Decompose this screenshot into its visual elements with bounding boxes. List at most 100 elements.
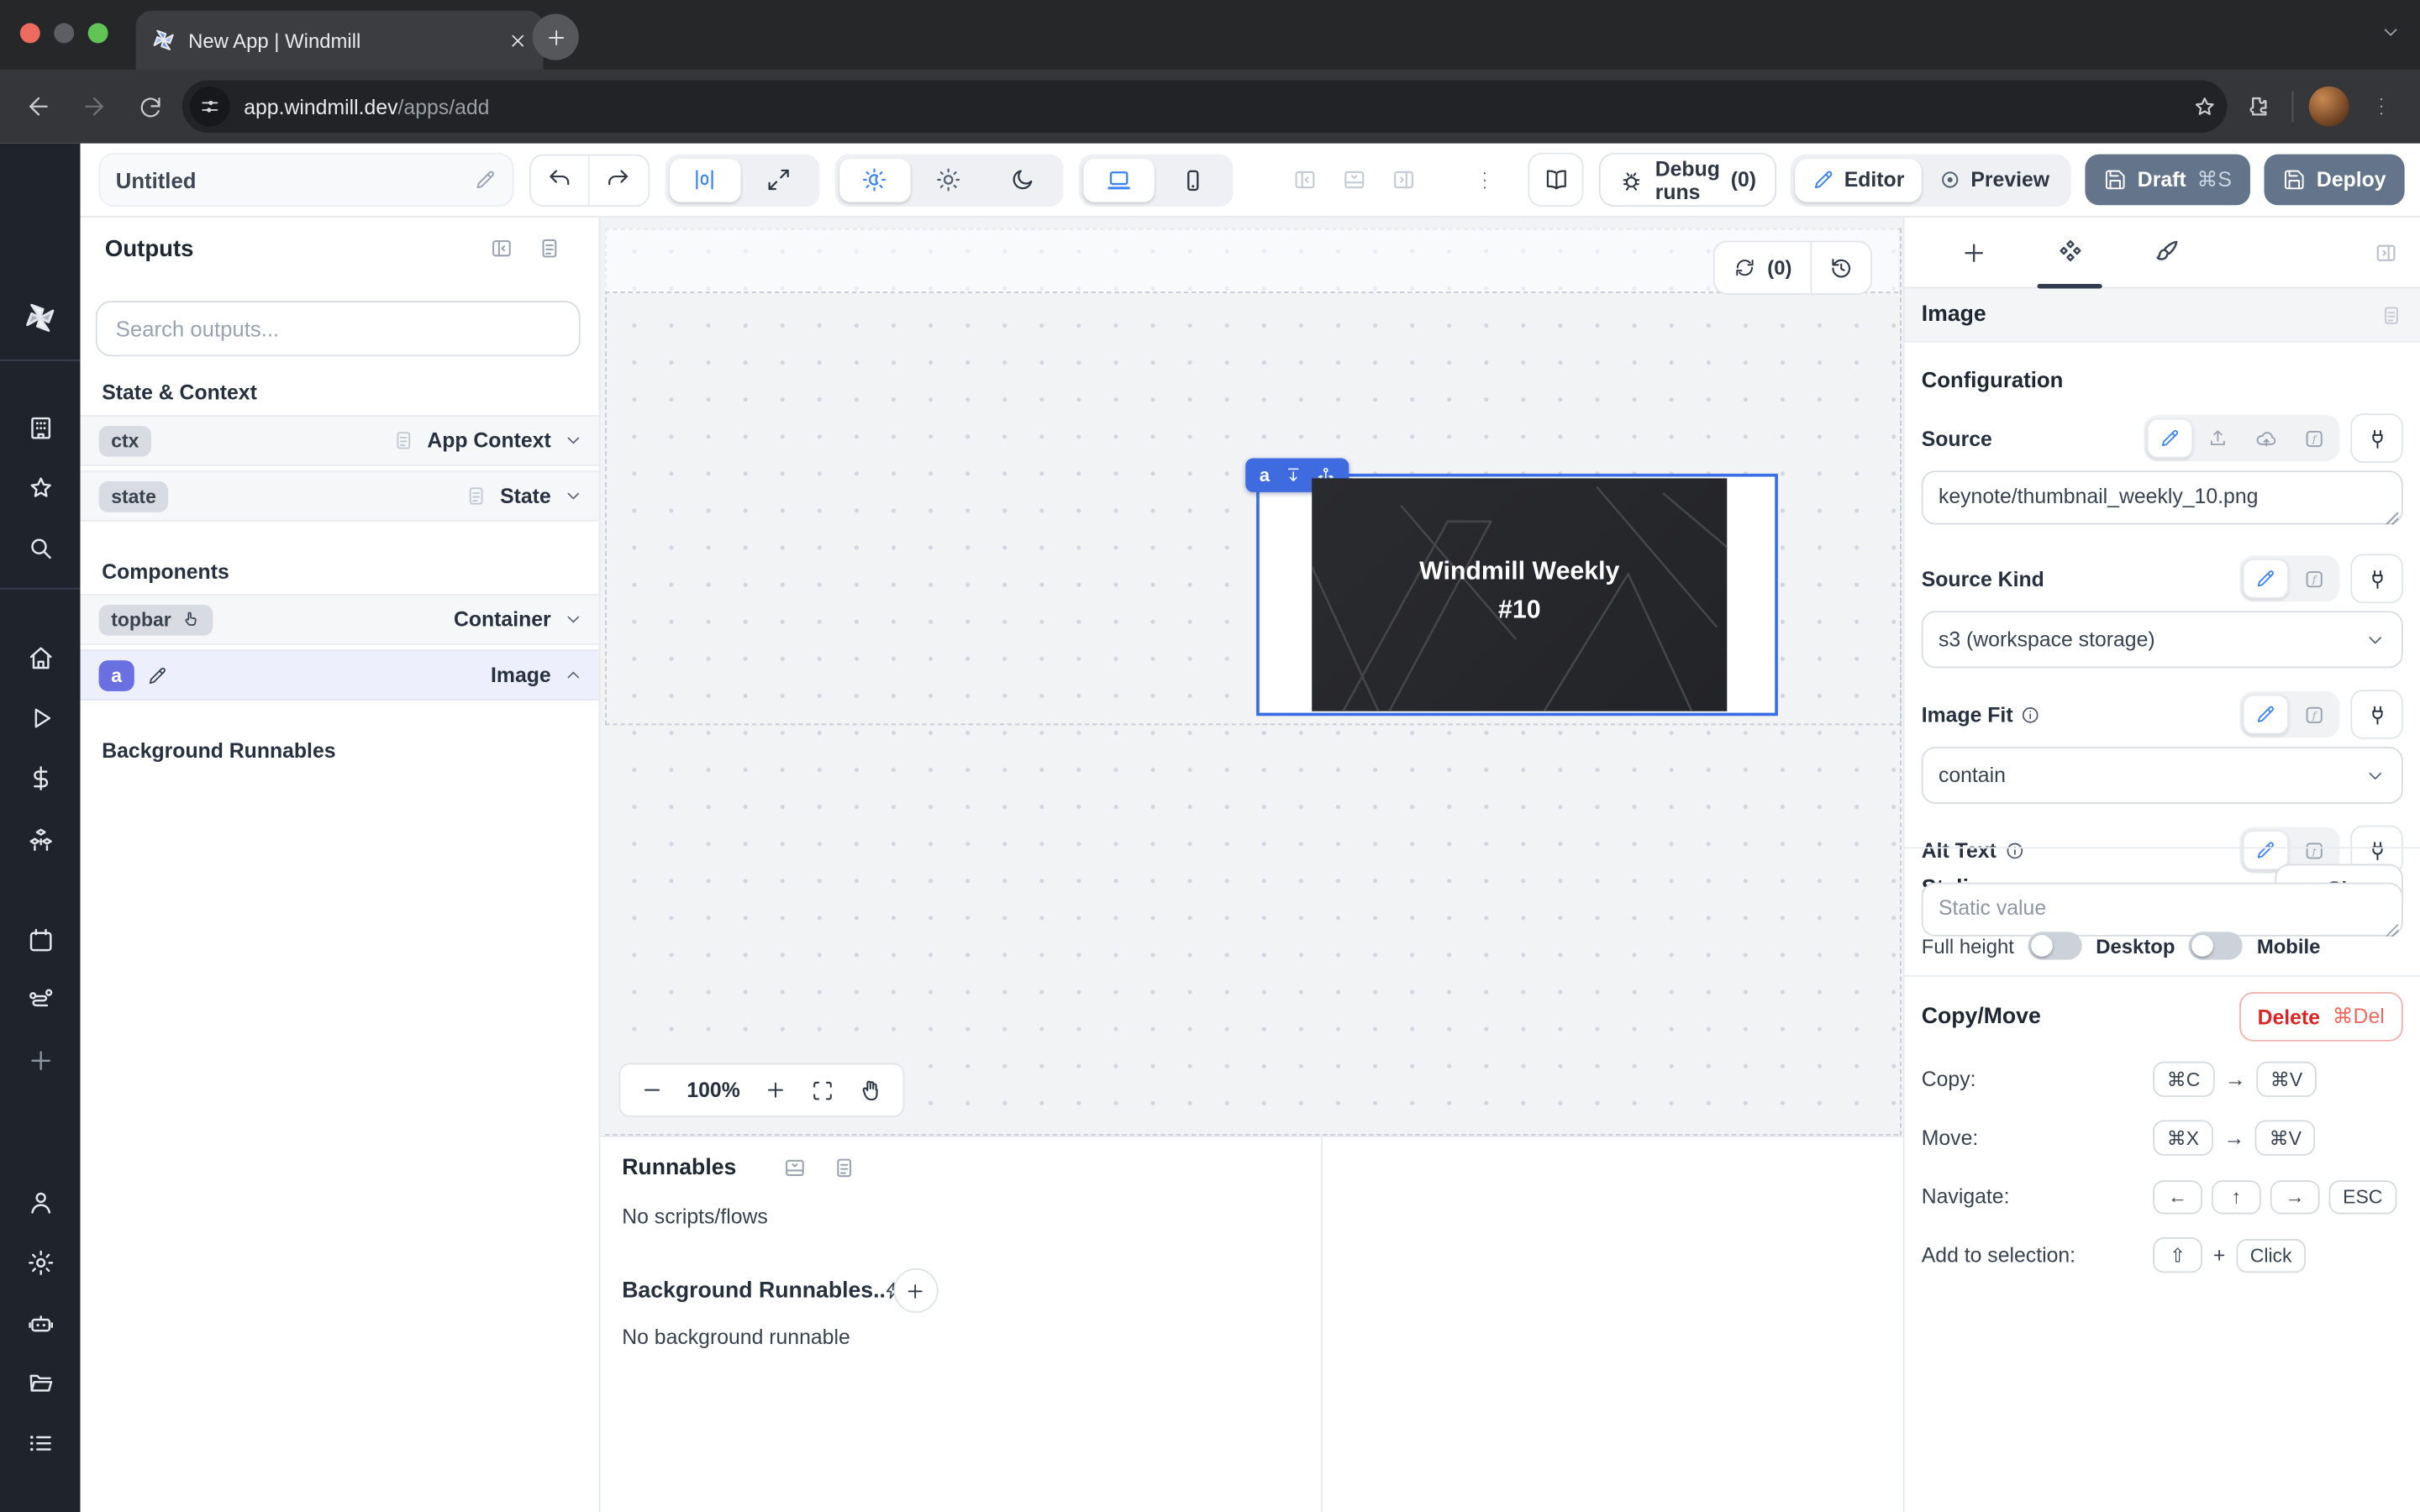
state-badge[interactable]: state xyxy=(99,480,169,512)
sidebar-add-plus-icon[interactable] xyxy=(0,1040,81,1080)
reload-button[interactable] xyxy=(127,83,173,129)
editor-tab[interactable]: Editor xyxy=(1795,158,1922,201)
app-title-field[interactable]: Untitled xyxy=(99,153,514,207)
minimize-window-button[interactable] xyxy=(54,24,74,44)
back-button[interactable] xyxy=(15,83,61,129)
full-height-toggle[interactable] xyxy=(2028,932,2081,959)
output-row-state[interactable]: state State xyxy=(81,470,599,522)
sidebar-favorites-star-icon[interactable] xyxy=(0,468,81,508)
component-row-topbar[interactable]: topbar Container xyxy=(81,594,599,645)
sidebar-workers-robot-icon[interactable] xyxy=(0,1304,81,1344)
outputs-search[interactable] xyxy=(96,301,581,356)
zoom-out-minus-icon[interactable] xyxy=(640,1079,664,1102)
sidebar-variables-dollar-icon[interactable] xyxy=(0,758,81,798)
docs-icon[interactable] xyxy=(2380,303,2403,327)
redo-button[interactable] xyxy=(588,155,648,205)
pan-hand-icon[interactable] xyxy=(857,1078,881,1102)
sidebar-schedules-calendar-icon[interactable] xyxy=(0,920,81,960)
centered-layout-button[interactable] xyxy=(670,158,740,201)
browser-menu-kebab-icon[interactable] xyxy=(2359,83,2405,129)
sidebar-user-icon[interactable] xyxy=(0,1182,81,1222)
dark-theme-moon-icon[interactable] xyxy=(987,158,1058,201)
rename-pencil-icon[interactable] xyxy=(146,664,168,686)
tab-insert-plus-icon[interactable] xyxy=(1926,218,2022,286)
forward-button[interactable] xyxy=(71,83,117,129)
chevron-up-icon[interactable] xyxy=(563,665,583,685)
preview-tab[interactable]: Preview xyxy=(1922,158,2067,201)
source-kind-select[interactable]: s3 (workspace storage) xyxy=(1922,611,2403,668)
ctx-badge[interactable]: ctx xyxy=(99,425,152,456)
profile-avatar[interactable] xyxy=(2309,87,2349,127)
edit-title-pencil-icon[interactable] xyxy=(474,168,497,192)
info-icon[interactable] xyxy=(2021,704,2041,724)
sidebar-flows-route-icon[interactable] xyxy=(0,979,81,1020)
tab-component-settings-icon[interactable] xyxy=(2022,218,2118,286)
tab-close-icon[interactable] xyxy=(508,30,528,50)
new-tab-button[interactable] xyxy=(533,14,579,60)
toggle-left-panel-icon[interactable] xyxy=(1292,166,1318,192)
delete-button[interactable]: Delete ⌘Del xyxy=(2239,992,2403,1042)
draft-button[interactable]: Draft ⌘S xyxy=(2085,155,2250,206)
address-bar[interactable]: app.windmill.dev/apps/add xyxy=(182,81,2228,133)
connect-plug-icon[interactable] xyxy=(2350,413,2402,463)
refresh-all-button[interactable]: (0) xyxy=(1715,256,1811,280)
a-badge[interactable]: a xyxy=(99,659,134,690)
tab-search-chevron-icon[interactable] xyxy=(2380,22,2402,44)
component-row-a-selected[interactable]: a Image xyxy=(81,649,599,701)
cloud-upload-icon[interactable] xyxy=(2243,418,2289,459)
javascript-expression-icon[interactable]: f xyxy=(2291,695,2337,735)
toggle-right-panel-icon[interactable] xyxy=(1390,166,1416,192)
source-input[interactable]: keynote/thumbnail_weekly_10.png xyxy=(1922,470,2403,524)
sidebar-folders-icon[interactable] xyxy=(0,1362,81,1403)
close-window-button[interactable] xyxy=(20,24,40,44)
site-settings-icon[interactable] xyxy=(190,87,230,127)
collapse-panel-left-icon[interactable] xyxy=(489,236,513,260)
bookmark-star-icon[interactable] xyxy=(2191,93,2217,119)
mobile-view-button[interactable] xyxy=(1157,158,1228,201)
javascript-expression-icon[interactable]: f xyxy=(2291,559,2337,599)
javascript-expression-icon[interactable]: f xyxy=(2291,418,2337,459)
light-theme-sun-icon[interactable] xyxy=(913,158,984,201)
collapse-panel-down-icon[interactable] xyxy=(782,1156,807,1180)
fit-to-screen-icon[interactable] xyxy=(809,1078,834,1102)
documentation-book-button[interactable] xyxy=(1528,153,1584,207)
sidebar-logs-list-icon[interactable] xyxy=(0,1422,81,1462)
extensions-puzzle-icon[interactable] xyxy=(2243,92,2270,120)
tab-styling-brush-icon[interactable] xyxy=(2118,218,2213,286)
undo-button[interactable] xyxy=(530,155,588,205)
topbar-badge[interactable]: topbar xyxy=(99,604,213,635)
toggle-bottom-panel-icon[interactable] xyxy=(1341,166,1367,192)
static-input-pencil-icon[interactable] xyxy=(2147,418,2193,459)
sidebar-resources-boxes-icon[interactable] xyxy=(0,819,81,859)
chevron-down-icon[interactable] xyxy=(563,486,583,507)
fullwidth-layout-button[interactable] xyxy=(744,158,814,201)
sidebar-home-icon[interactable] xyxy=(0,638,81,678)
zoom-window-button[interactable] xyxy=(88,24,108,44)
static-input-pencil-icon[interactable] xyxy=(2243,695,2289,735)
collapse-panel-right-icon[interactable] xyxy=(2374,240,2398,265)
connect-plug-icon[interactable] xyxy=(2350,690,2402,739)
history-button[interactable] xyxy=(1812,255,1870,280)
zoom-in-plus-icon[interactable] xyxy=(763,1079,786,1102)
desktop-view-button[interactable] xyxy=(1083,158,1154,201)
app-canvas[interactable]: (0) a xyxy=(600,218,1902,1136)
chevron-down-icon[interactable] xyxy=(563,610,583,630)
desktop-mobile-toggle[interactable] xyxy=(2189,932,2243,959)
docs-icon[interactable] xyxy=(537,236,561,260)
alt-text-input[interactable] xyxy=(1922,883,2403,937)
chevron-down-icon[interactable] xyxy=(563,430,583,450)
topbar-container[interactable] xyxy=(605,228,1898,293)
sidebar-search-icon[interactable] xyxy=(0,528,81,568)
debug-runs-button[interactable]: Debug runs (0) xyxy=(1600,153,1776,207)
selected-image-component[interactable]: a xyxy=(1256,474,1778,716)
expand-component-icon[interactable] xyxy=(1284,466,1302,485)
auto-theme-button[interactable] xyxy=(839,158,910,201)
more-options-kebab-icon[interactable] xyxy=(1472,167,1497,192)
upload-icon[interactable] xyxy=(2195,418,2241,459)
add-background-runnable-button[interactable] xyxy=(893,1268,938,1313)
output-row-ctx[interactable]: ctx App Context xyxy=(81,415,599,466)
sidebar-workspace-building-icon[interactable] xyxy=(0,407,81,448)
sidebar-runs-play-icon[interactable] xyxy=(0,697,81,738)
image-fit-select[interactable]: contain xyxy=(1922,747,2403,804)
windmill-logo[interactable] xyxy=(0,297,81,338)
